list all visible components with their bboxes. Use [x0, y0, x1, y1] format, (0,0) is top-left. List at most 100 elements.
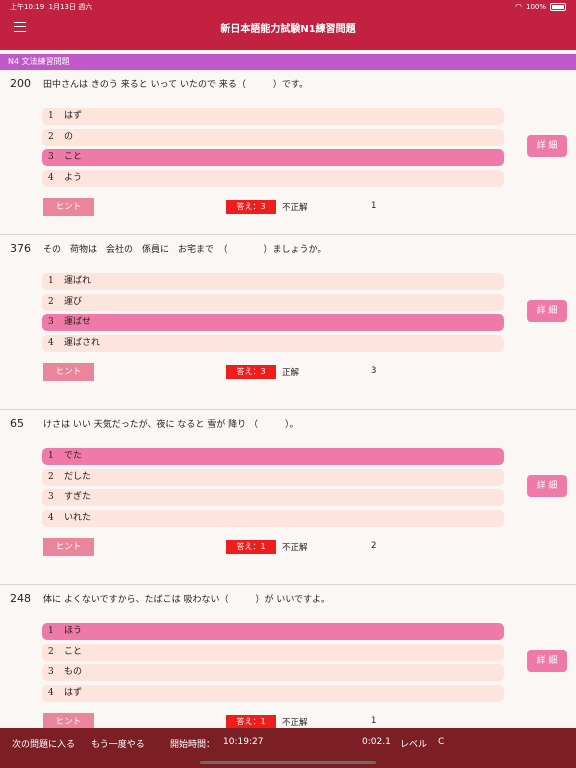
- start-time-label: 開始時間：: [170, 740, 216, 750]
- option-number: 3: [48, 492, 54, 502]
- answer-badge: 答え：1: [226, 715, 276, 728]
- option-4[interactable]: 4 はず: [42, 684, 504, 702]
- result-text: 不正解: [282, 203, 308, 213]
- question-text: 体に よくないですから、たばこは 吸わない（ ）が いいですよ。: [43, 595, 331, 605]
- hint-button[interactable]: ヒント: [43, 538, 94, 556]
- option-3[interactable]: 3 こと: [42, 149, 504, 166]
- option-label: 運び: [64, 296, 83, 307]
- option-list: 1 でた 2 だした 3 すぎた 4 いれた: [42, 448, 504, 530]
- attempt-count: 1: [371, 201, 377, 211]
- option-list: 1 はず 2 の 3 こと 4 よう: [42, 108, 504, 190]
- retry-button[interactable]: もう一度やる: [91, 737, 145, 750]
- option-label: だした: [64, 471, 92, 482]
- option-number: 2: [48, 296, 54, 307]
- question-list[interactable]: 200 田中さんは きのう 来ると いって いたので 来る（ ）です。 1 はず 2 の 3…: [0, 70, 576, 728]
- elapsed-time: 0:02.1: [362, 737, 391, 747]
- option-label: 運ばせ: [64, 317, 92, 327]
- option-number: 2: [48, 131, 54, 142]
- option-label: はず: [64, 111, 83, 121]
- option-number: 1: [48, 626, 54, 636]
- detail-button[interactable]: 詳 細: [527, 300, 567, 322]
- option-label: すぎた: [64, 492, 92, 502]
- start-time: 10:19:27: [223, 737, 264, 747]
- wifi-icon: ◠: [515, 2, 522, 11]
- option-2[interactable]: 2 こと: [42, 643, 504, 661]
- page-title: 新日本語能力試験N1練習問題: [220, 24, 356, 35]
- option-3[interactable]: 3 もの: [42, 664, 504, 681]
- option-number: 1: [48, 451, 54, 461]
- option-number: 4: [48, 512, 54, 523]
- battery-icon: [550, 2, 566, 11]
- result-text: 不正解: [282, 718, 308, 728]
- option-2[interactable]: 2の: [42, 128, 504, 146]
- option-label: よう: [64, 172, 83, 183]
- option-4[interactable]: 4 よう: [42, 169, 504, 187]
- question-number: 376: [10, 242, 31, 255]
- option-2[interactable]: 2 運び: [42, 293, 504, 311]
- hint-button[interactable]: ヒント: [43, 713, 94, 728]
- answer-badge: 答え：1: [226, 540, 276, 554]
- option-1[interactable]: 1 運ばれ: [42, 273, 504, 290]
- attempt-count: 2: [371, 541, 377, 551]
- option-number: 4: [48, 172, 54, 183]
- attempt-count: 3: [371, 366, 377, 376]
- option-label: こと: [64, 152, 83, 162]
- option-label: ほう: [64, 626, 83, 636]
- option-1[interactable]: 1 でた: [42, 448, 504, 465]
- detail-button[interactable]: 詳 細: [527, 475, 567, 497]
- result-text: 正解: [282, 368, 300, 378]
- option-label: 運ばされ: [64, 337, 101, 348]
- detail-button[interactable]: 詳 細: [527, 650, 567, 672]
- answer-badge: 答え：3: [226, 200, 276, 214]
- question-number: 248: [10, 592, 31, 605]
- option-3[interactable]: 3 運ばせ: [42, 314, 504, 331]
- option-number: 1: [48, 276, 54, 286]
- level-label: レベル: [400, 740, 428, 750]
- option-number: 2: [48, 646, 54, 657]
- hint-button[interactable]: ヒント: [43, 363, 94, 381]
- question-number: 65: [10, 417, 24, 430]
- question-text: けさは いい 天気だったが、夜に なると 雪が 降り （ ）。: [43, 420, 299, 430]
- section-label: N4 文法練習問題: [0, 54, 576, 70]
- question-card: 65 けさは いい 天気だったが、夜に なると 雪が 降り （ ）。 1 でた 2 だした…: [0, 410, 576, 585]
- option-list: 1 運ばれ 2 運び 3 運ばせ 4 運ばされ: [42, 273, 504, 355]
- option-label: はず: [64, 687, 83, 698]
- option-4[interactable]: 4 いれた: [42, 509, 504, 527]
- question-card: 376 その 荷物は 会社の 係員に お宅まで （ ）ましょうか。 1 運ばれ 2 運び 3…: [0, 235, 576, 410]
- option-3[interactable]: 3 すぎた: [42, 489, 504, 506]
- option-label: でた: [64, 451, 83, 461]
- option-number: 2: [48, 471, 54, 482]
- status-date: 1月13日 週六: [48, 3, 93, 11]
- answer-badge: 答え：3: [226, 365, 276, 379]
- hint-button[interactable]: ヒント: [43, 198, 94, 216]
- option-1[interactable]: 1 ほう: [42, 623, 504, 640]
- option-label: もの: [64, 667, 83, 677]
- level-value: C: [438, 737, 445, 747]
- option-number: 3: [48, 667, 54, 677]
- question-text: 田中さんは きのう 来ると いって いたので 来る（ ）です。: [43, 80, 308, 90]
- home-indicator: [200, 761, 376, 764]
- footer-bar: 次の問題に入る もう一度やる 開始時間： 10:19:27 0:02.1 レベル…: [0, 728, 576, 768]
- option-2[interactable]: 2 だした: [42, 468, 504, 486]
- option-1[interactable]: 1 はず: [42, 108, 504, 125]
- question-text: その 荷物は 会社の 係員に お宅まで （ ）ましょうか。: [43, 245, 327, 255]
- option-number: 4: [48, 687, 54, 698]
- detail-button[interactable]: 詳 細: [527, 135, 567, 157]
- attempt-count: 1: [371, 716, 377, 726]
- question-card: 200 田中さんは きのう 来ると いって いたので 来る（ ）です。 1 はず 2 の 3…: [0, 70, 576, 235]
- option-number: 4: [48, 337, 54, 348]
- status-time: 上午10:19: [10, 3, 45, 11]
- result-text: 不正解: [282, 543, 308, 553]
- option-label: いれた: [64, 512, 92, 523]
- battery-percent: 100%: [525, 2, 546, 11]
- option-label: こと: [64, 646, 83, 657]
- option-4[interactable]: 4 運ばされ: [42, 334, 504, 352]
- header-bar: 上午10:19 1月13日 週六 ◠ 100% 新日本語能力試験N1練習問題: [0, 0, 576, 50]
- next-question-button[interactable]: 次の問題に入る: [12, 737, 75, 750]
- question-card: 248 体に よくないですから、たばこは 吸わない（ ）が いいですよ。 1 ほう 2 こ…: [0, 585, 576, 728]
- option-label: の: [64, 131, 74, 142]
- option-number: 3: [48, 152, 54, 162]
- option-list: 1 ほう 2 こと 3 もの 4 はず: [42, 623, 504, 705]
- question-number: 200: [10, 77, 31, 90]
- option-label: 運ばれ: [64, 276, 92, 286]
